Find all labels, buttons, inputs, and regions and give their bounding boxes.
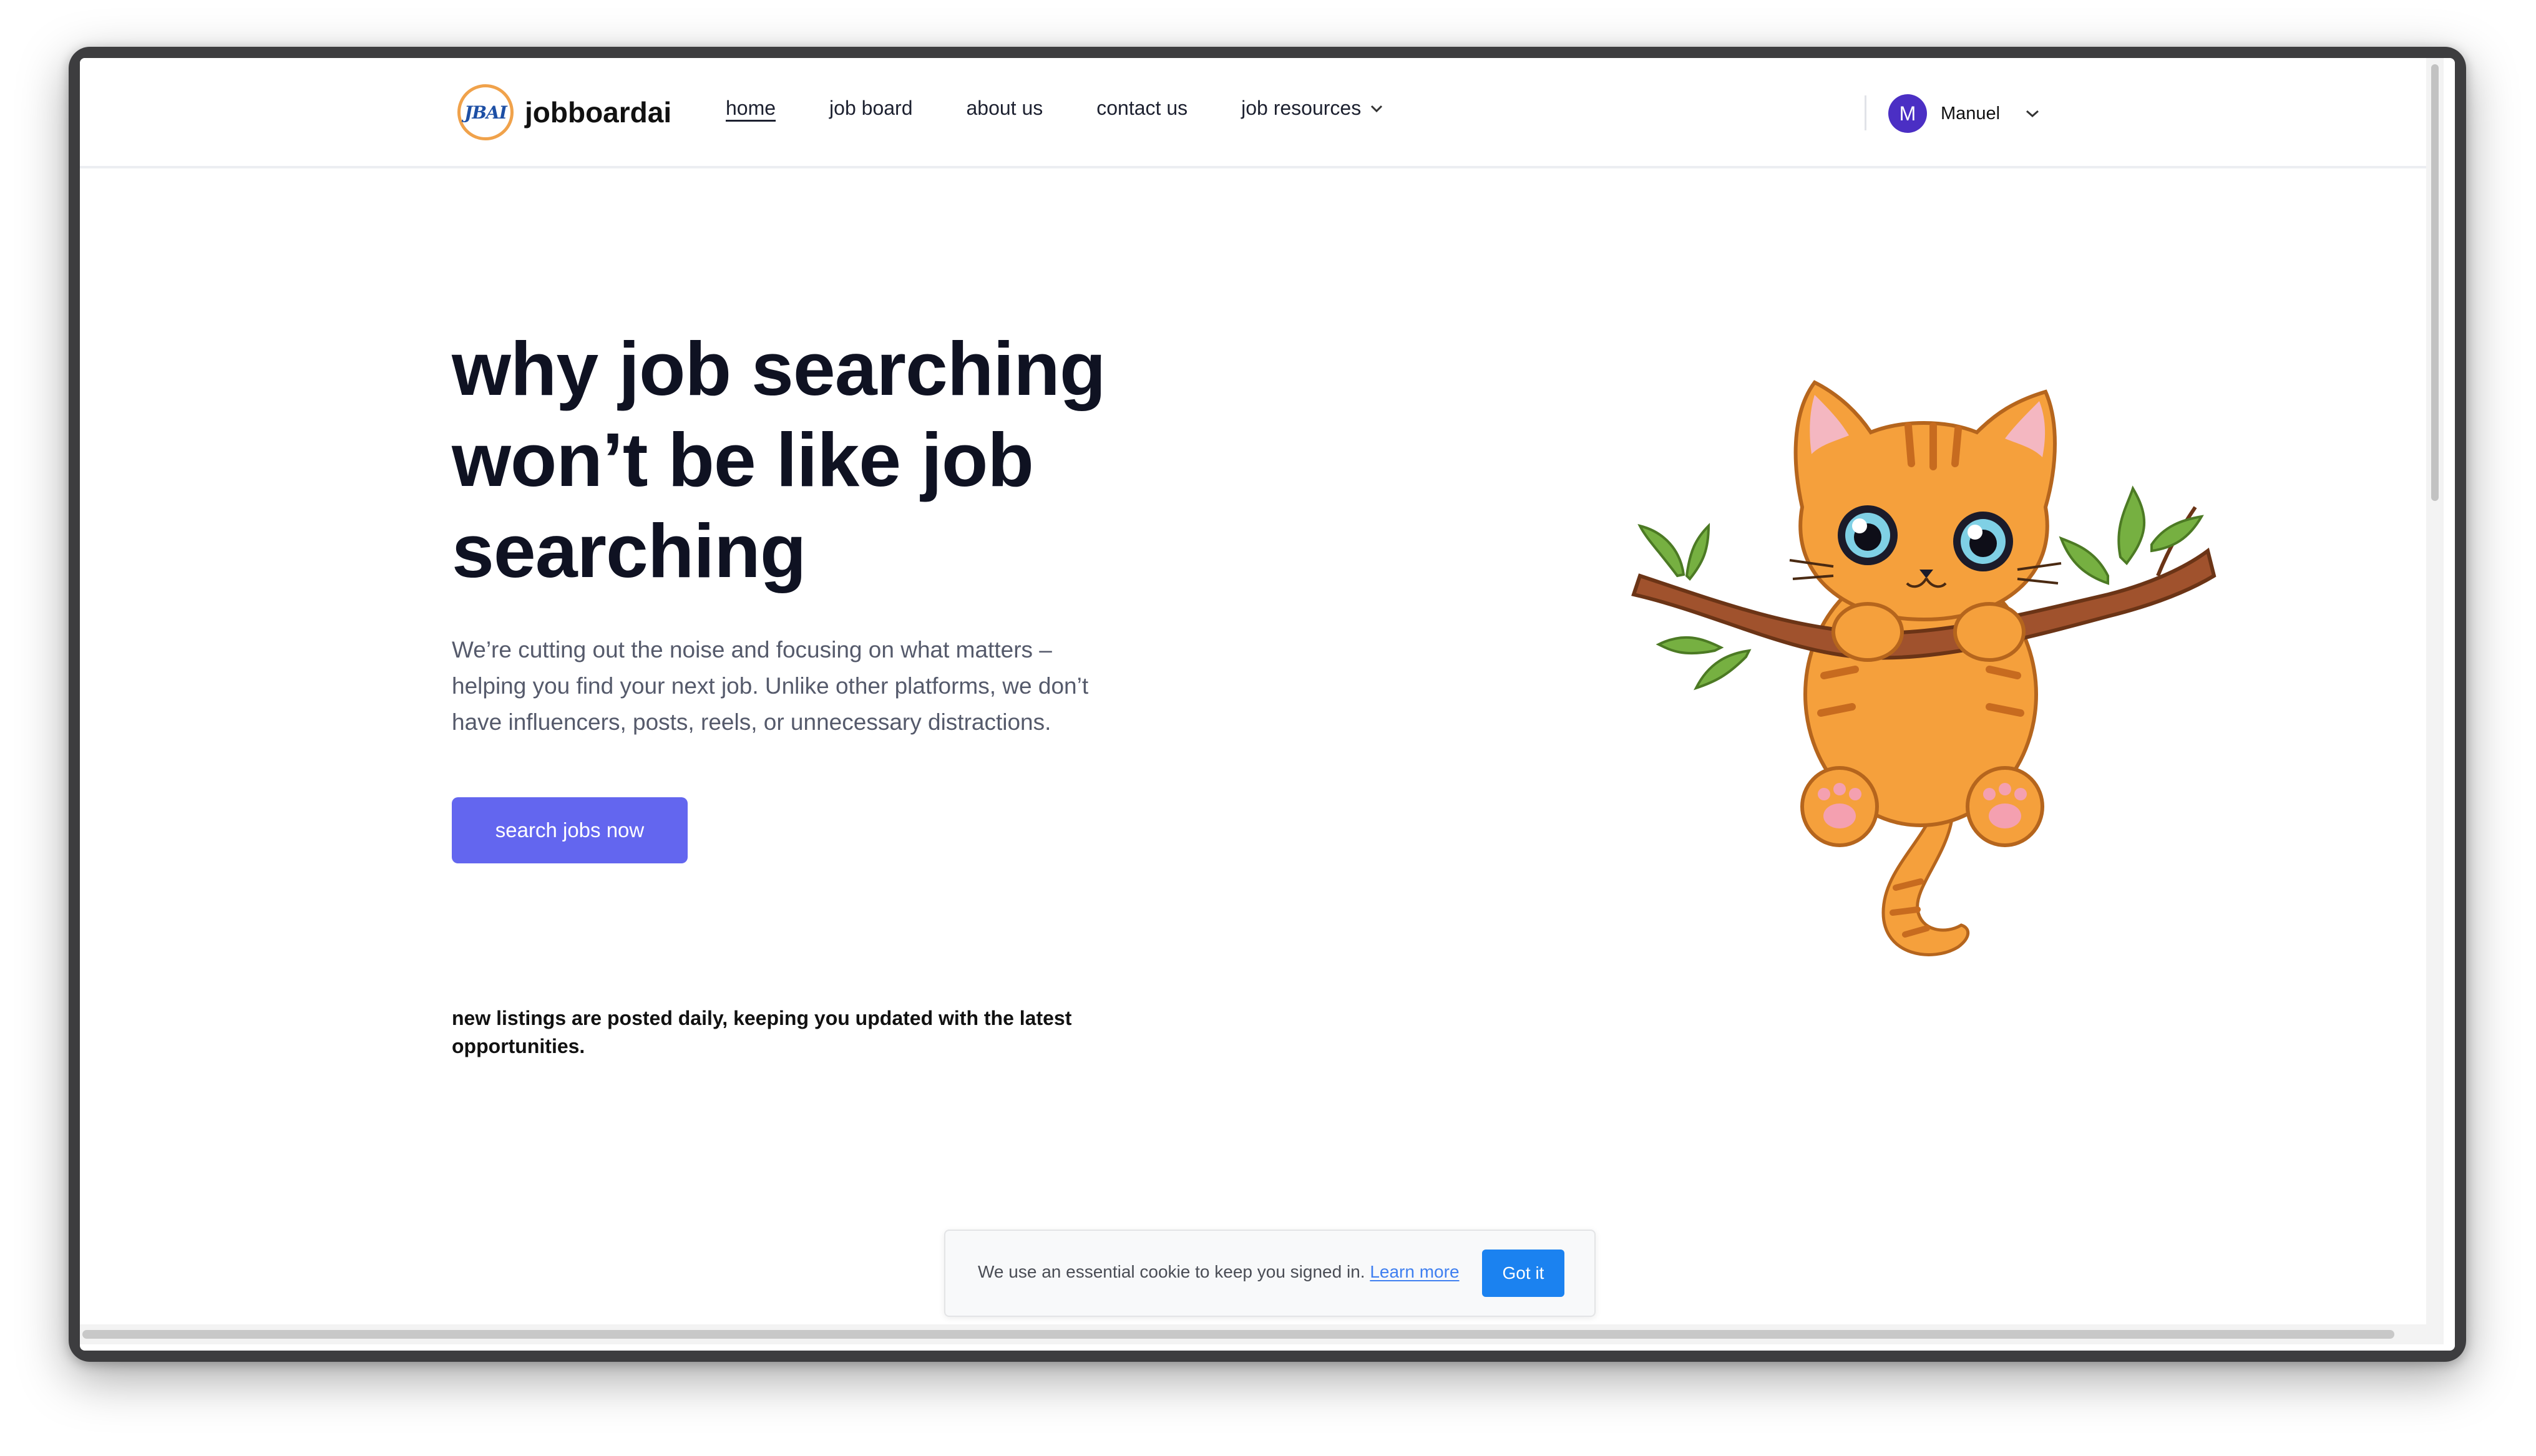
hero-title: why job searching won’t be like job sear…	[452, 326, 1106, 593]
got-it-button[interactable]: Got it	[1482, 1250, 1564, 1297]
kitten-illustration	[1631, 380, 2217, 956]
brand-name: jobboardai	[525, 96, 672, 129]
user-name: Manuel	[1941, 103, 2001, 124]
nav-about-us[interactable]: about us	[966, 97, 1043, 120]
page-viewport: JBAI jobboardai home job board about us …	[80, 58, 2455, 1351]
chevron-down-icon	[1371, 105, 1383, 112]
brand[interactable]: JBAI jobboardai	[457, 84, 671, 140]
brand-logo-text: JBAI	[464, 102, 507, 123]
hero-description: We’re cutting out the noise and focusing…	[452, 637, 1089, 735]
header-divider	[1865, 95, 1866, 130]
main-nav: home job board about us contact us job r…	[726, 97, 1437, 120]
site-header: JBAI jobboardai home job board about us …	[80, 58, 2426, 168]
nav-job-resources-label: job resources	[1241, 97, 1362, 119]
cookie-text: We use an essential cookie to keep you s…	[978, 1262, 1460, 1282]
nav-job-board[interactable]: job board	[829, 97, 912, 120]
avatar: M	[1888, 94, 1927, 133]
search-jobs-button[interactable]: search jobs now	[452, 797, 688, 863]
nav-contact-us[interactable]: contact us	[1096, 97, 1188, 120]
vertical-scrollbar-thumb[interactable]	[2431, 64, 2439, 501]
brand-logo: JBAI	[457, 84, 514, 140]
user-menu[interactable]: M Manuel	[1888, 94, 2040, 133]
horizontal-scrollbar-thumb[interactable]	[82, 1330, 2394, 1339]
nav-home[interactable]: home	[726, 97, 776, 120]
browser-window: JBAI jobboardai home job board about us …	[69, 47, 2466, 1362]
cookie-banner: We use an essential cookie to keep you s…	[944, 1230, 1596, 1317]
vertical-scrollbar[interactable]	[2426, 58, 2444, 1344]
learn-more-link[interactable]: Learn more	[1370, 1262, 1459, 1281]
nav-job-resources[interactable]: job resources	[1241, 97, 1383, 120]
cookie-message: We use an essential cookie to keep you s…	[978, 1262, 1365, 1281]
listings-note: new listings are posted daily, keeping y…	[452, 1007, 1072, 1057]
horizontal-scrollbar[interactable]	[80, 1324, 2426, 1344]
chevron-down-icon	[2026, 110, 2039, 118]
